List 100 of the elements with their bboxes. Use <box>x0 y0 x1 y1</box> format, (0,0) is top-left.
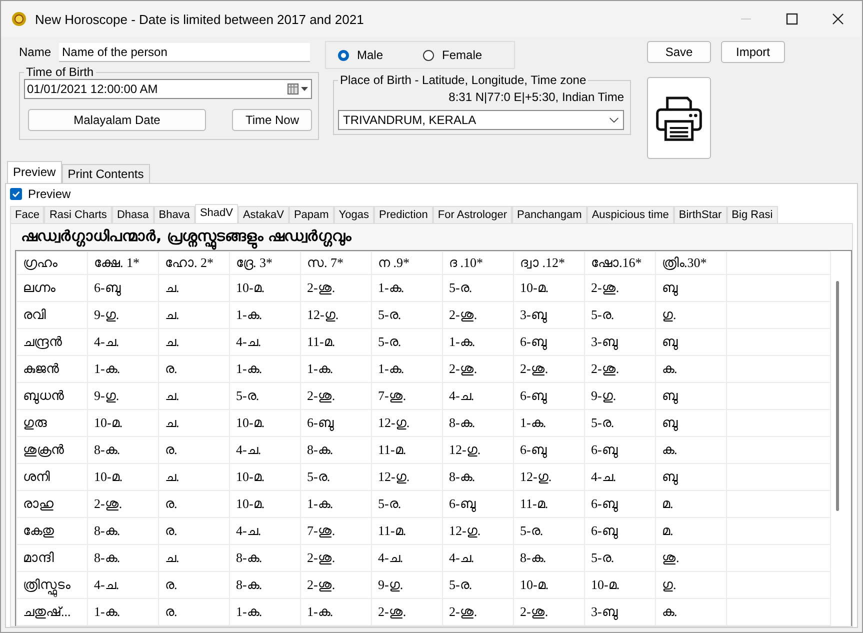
table-cell: 1-ക. <box>442 328 514 356</box>
tab[interactable]: Prediction <box>374 206 433 223</box>
table-cell: 2-ശു. <box>300 544 372 572</box>
table-cell: 2-ശു. <box>584 356 656 382</box>
table-cell: 12-ഗു. <box>372 410 442 436</box>
gender-radio[interactable]: Male <box>338 48 384 62</box>
column-header: സ. 7* <box>300 252 372 274</box>
name-field[interactable]: Name of the person <box>59 42 310 62</box>
tab[interactable]: Rasi Charts <box>44 206 112 223</box>
table-cell: 1-ക. <box>514 410 584 436</box>
column-header: ദ്വാ .12* <box>514 252 584 274</box>
table-cell: 6-ബു <box>584 436 656 464</box>
table-cell: ര. <box>158 490 230 518</box>
print-button[interactable] <box>647 77 711 159</box>
tab[interactable]: Papam <box>288 206 334 223</box>
table-cell: 10-മ. <box>230 410 300 436</box>
table-cell: ച. <box>158 544 230 572</box>
chevron-down-icon <box>609 116 619 124</box>
tab[interactable]: Face <box>10 206 44 223</box>
table-cell: കുജൻ <box>16 356 88 382</box>
maximize-icon[interactable] <box>786 13 798 25</box>
column-header: ദ്രേ. 3* <box>230 252 300 274</box>
table-cell: 6-ബു <box>584 518 656 544</box>
column-header: ന .9* <box>372 252 442 274</box>
table-cell: 6-ബു <box>584 490 656 518</box>
malayalam-date-button[interactable]: Malayalam Date <box>28 109 206 131</box>
table-cell: 10-മ. <box>514 274 584 302</box>
table-cell: ബുധൻ <box>16 382 88 410</box>
table-cell: 4-ച. <box>88 328 158 356</box>
table-cell: ര. <box>158 572 230 598</box>
table-cell: 6-ബു <box>300 410 372 436</box>
table-cell: ച. <box>158 328 230 356</box>
table-cell: 9-ഗു. <box>372 572 442 598</box>
tab[interactable]: Preview <box>7 161 62 183</box>
column-header: ക്ഷേ. 1* <box>88 252 158 274</box>
import-button[interactable]: Import <box>721 41 785 63</box>
tab[interactable]: AstakaV <box>238 206 289 223</box>
tab[interactable]: Auspicious time <box>586 206 674 223</box>
table-cell: 5-ര. <box>300 464 372 490</box>
place-dropdown[interactable]: TRIVANDRUM, KERALA <box>338 110 624 130</box>
window-title: New Horoscope - Date is limited between 2017 and 2021 <box>35 12 365 26</box>
table-cell: 2-ശു. <box>442 356 514 382</box>
table-cell: 8-ക. <box>88 518 158 544</box>
table-cell: 4-ച. <box>372 544 442 572</box>
group-title: Time of Birth <box>25 65 95 79</box>
table-cell: ഗു. <box>656 572 726 598</box>
name-label: Name <box>19 45 52 59</box>
tab[interactable]: Bhava <box>154 206 195 223</box>
tab[interactable]: Panchangam <box>512 206 587 223</box>
table-cell: 4-ച. <box>442 544 514 572</box>
table-cell: 5-ര. <box>584 410 656 436</box>
column-header: ഷോ.16* <box>584 252 656 274</box>
table-cell: 11-മ. <box>372 436 442 464</box>
table-cell: 9-ഗു. <box>584 382 656 410</box>
table-cell: 11-മ. <box>514 490 584 518</box>
table-cell: 5-ര. <box>372 302 442 328</box>
table-cell: 1-ക. <box>88 356 158 382</box>
tab[interactable]: ShadV <box>194 204 238 223</box>
close-icon[interactable] <box>832 13 844 25</box>
table-cell: 6-ബു <box>514 436 584 464</box>
table-cell: കേതു <box>16 518 88 544</box>
table-cell: 5-ര. <box>372 328 442 356</box>
table-cell: 10-മ. <box>230 490 300 518</box>
table-cell: ര. <box>158 598 230 626</box>
tab[interactable]: For Astrologer <box>432 206 512 223</box>
table-cell: 5-ര. <box>442 572 514 598</box>
tab[interactable]: Dhasa <box>112 206 154 223</box>
column-header: ഗ്രഹം <box>16 252 88 274</box>
time-now-button[interactable]: Time Now <box>232 109 312 131</box>
table-cell: 8-ക. <box>442 464 514 490</box>
calendar-dropdown-icon[interactable] <box>287 83 309 95</box>
table-cell: 6-ബു <box>442 490 514 518</box>
table-cell: 12-ഗു. <box>442 518 514 544</box>
tab[interactable]: Big Rasi <box>726 206 778 223</box>
tab[interactable]: BirthStar <box>674 206 727 223</box>
checkmark-icon <box>11 189 21 199</box>
table-cell: ചന്ദ്രൻ <box>16 328 88 356</box>
table-cell: 3-ബു <box>584 598 656 626</box>
table-cell: 12-ഗു. <box>372 464 442 490</box>
table-cell: ച. <box>158 274 230 302</box>
gender-radio[interactable]: Female <box>423 48 482 62</box>
save-button[interactable]: Save <box>647 41 711 63</box>
tab[interactable]: Yogas <box>334 206 374 223</box>
table-cell: 7-ശു. <box>300 518 372 544</box>
table-cell: 8-ക. <box>230 572 300 598</box>
tab[interactable]: Print Contents <box>62 164 150 183</box>
table-cell: ശു. <box>656 544 726 572</box>
table-cell: ഗു. <box>656 302 726 328</box>
table-cell: 2-ശു. <box>514 356 584 382</box>
preview-checkbox[interactable]: Preview <box>10 186 853 202</box>
table-cell: 1-ക. <box>230 598 300 626</box>
table-cell: ച. <box>158 464 230 490</box>
table-cell: 11-മ. <box>372 518 442 544</box>
table-cell: ത്രിസ്ഫുടം <box>16 572 88 598</box>
table-cell: ഗുരു <box>16 410 88 436</box>
datetime-field[interactable]: 01/01/2021 12:00:00 AM <box>24 79 312 99</box>
table-cell: 8-ക. <box>514 544 584 572</box>
table-cell: 7-ശു. <box>372 382 442 410</box>
table-cell: രാഹു <box>16 490 88 518</box>
table-cell: 3-ബു <box>584 328 656 356</box>
